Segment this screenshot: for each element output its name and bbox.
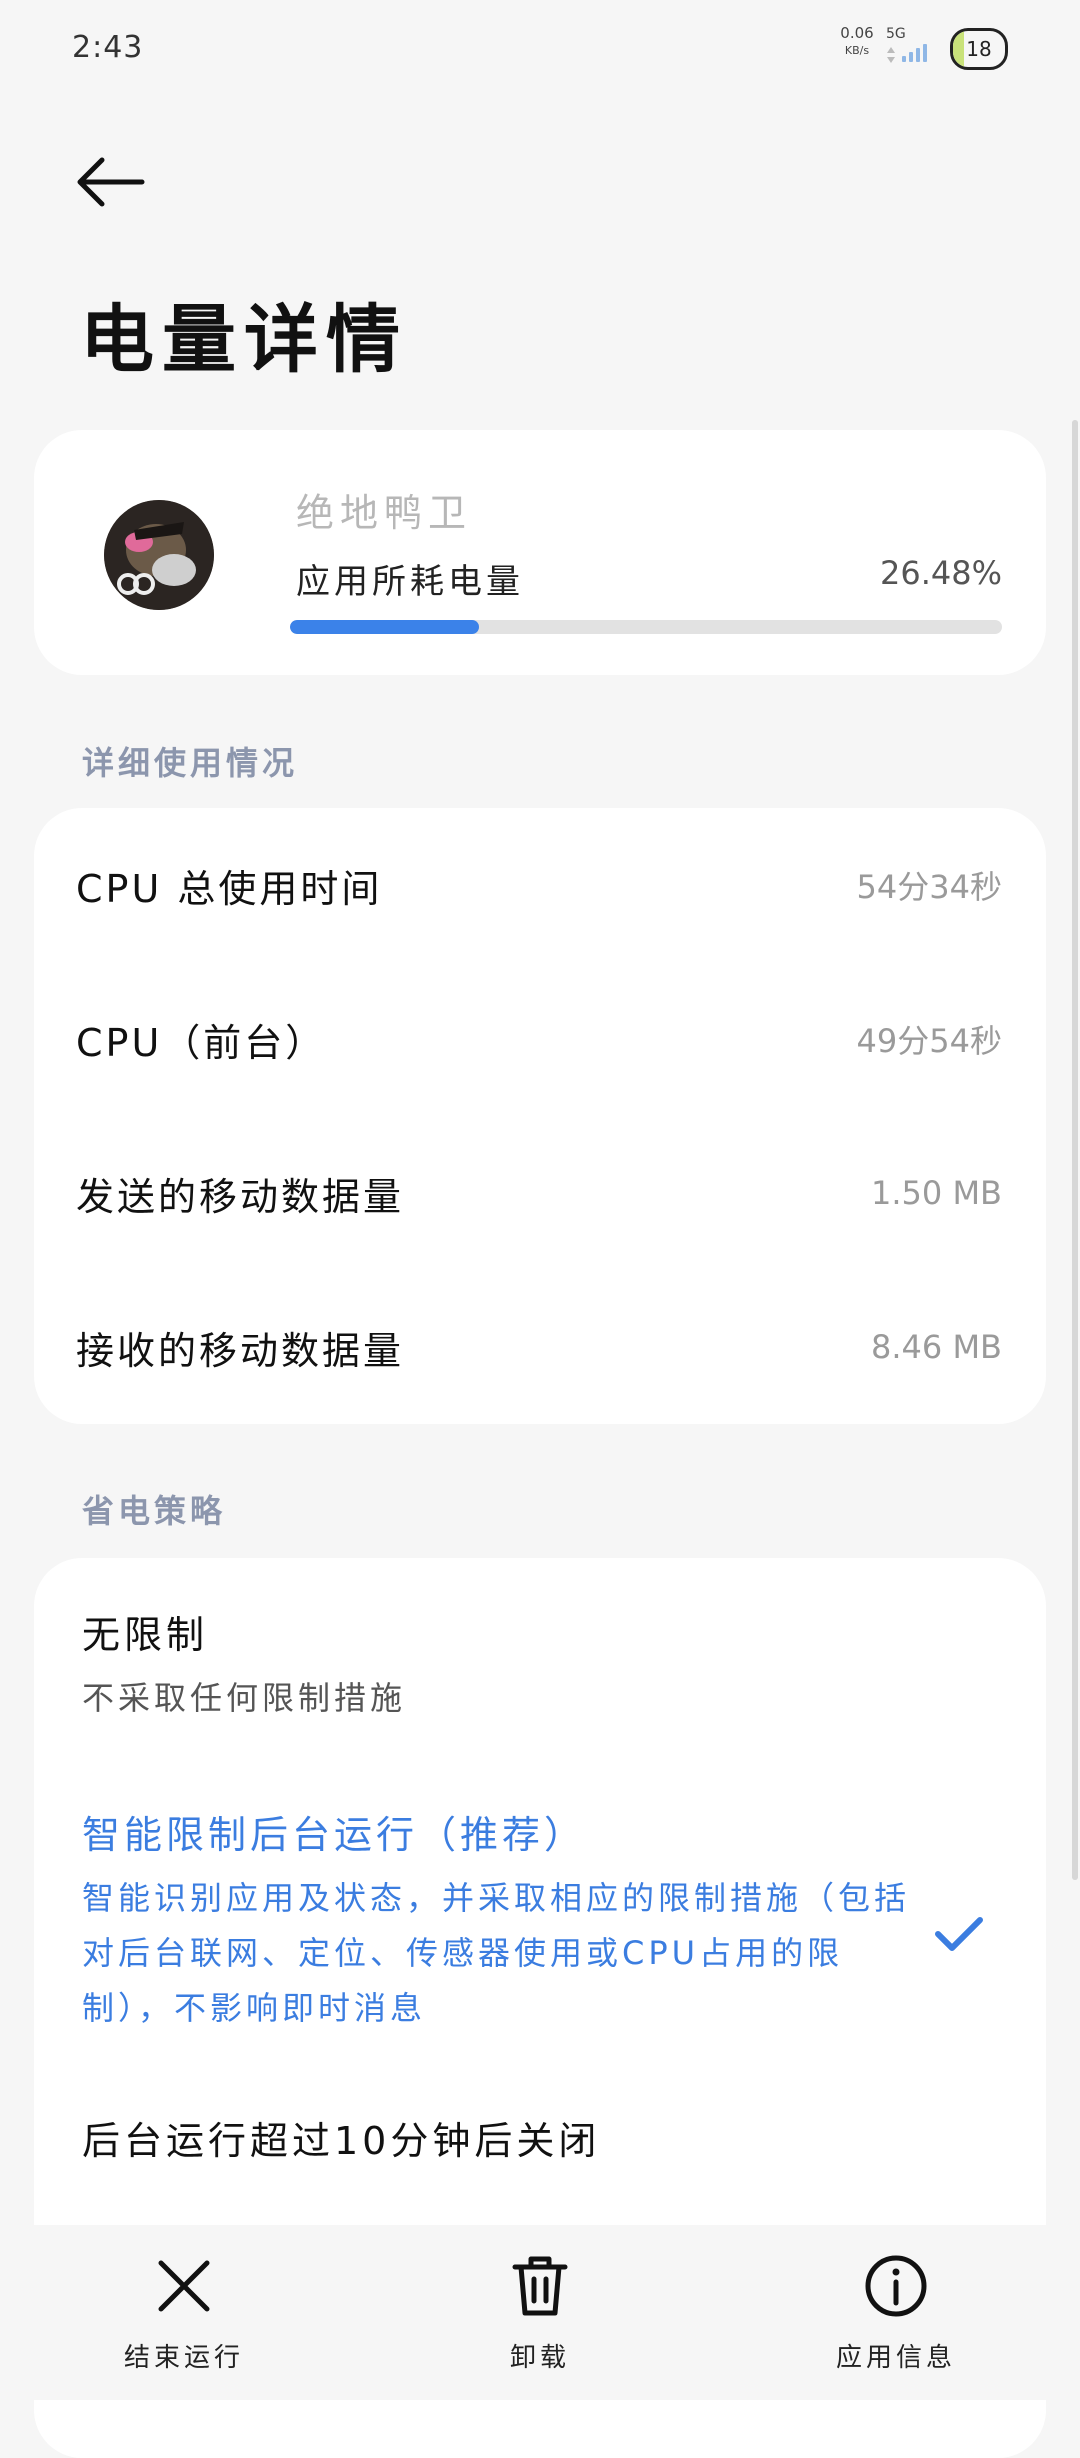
page-title: 电量详情	[80, 297, 408, 383]
option-desc: 不采取任何限制措施	[82, 1679, 407, 1717]
detail-row-data-sent: 发送的移动数据量 1.50 MB	[76, 1116, 1002, 1270]
scrollbar-thumb[interactable]	[1072, 420, 1078, 1880]
detail-row-value: 1.50 MB	[871, 1174, 1002, 1212]
arrow-left-icon	[77, 157, 145, 207]
uninstall-label: 卸载	[509, 2343, 570, 2373]
network-speed-unit: KB/s	[844, 44, 870, 57]
end-task-button[interactable]: 结束运行	[94, 2253, 274, 2374]
section-header-detail: 详细使用情况	[82, 744, 299, 782]
section-header-strategy: 省电策略	[82, 1492, 227, 1530]
usage-progress-bar	[290, 620, 1002, 634]
app-info-label: 应用信息	[835, 2343, 956, 2373]
battery-fill	[953, 31, 965, 67]
option-no-restriction[interactable]: 无限制 不采取任何限制措施	[82, 1604, 1002, 1726]
battery-icon: 18	[950, 28, 1008, 70]
info-icon	[865, 2255, 927, 2317]
network-speed-value: 0.06	[840, 24, 874, 42]
scrollbar[interactable]	[1072, 420, 1078, 1880]
uninstall-button[interactable]: 卸载	[450, 2253, 630, 2374]
status-time: 2:43	[72, 30, 144, 65]
app-usage-card: 绝地鸭卫 应用所耗电量 26.48%	[34, 430, 1046, 675]
option-title: 智能限制后台运行（推荐）	[82, 1813, 587, 1857]
end-task-label: 结束运行	[123, 2343, 244, 2373]
data-activity-icon	[887, 47, 895, 63]
detail-row-value: 8.46 MB	[871, 1328, 1002, 1366]
close-icon	[158, 2260, 210, 2312]
app-name: 绝地鸭卫	[296, 491, 473, 535]
option-desc: 智能识别应用及状态，并采取相应的限制措施（包括对后台联网、定位、传感器使用或CP…	[82, 1879, 911, 2027]
detail-row-value: 49分54秒	[856, 1022, 1002, 1060]
detail-row-data-received: 接收的移动数据量 8.46 MB	[76, 1270, 1002, 1424]
detail-row-label: 发送的移动数据量	[76, 1174, 405, 1219]
option-title: 后台运行超过10分钟后关闭	[82, 2119, 601, 2163]
network-type: 5G	[886, 26, 906, 42]
detail-row-cpu-foreground: CPU（前台） 49分54秒	[76, 962, 1002, 1116]
detail-row-cpu-total: CPU 总使用时间 54分34秒	[76, 808, 1002, 962]
detail-row-value: 54分34秒	[856, 868, 1002, 906]
checkmark-icon	[935, 1917, 983, 1951]
battery-level: 18	[966, 37, 992, 61]
app-icon	[104, 500, 214, 610]
app-info-button[interactable]: 应用信息	[806, 2253, 986, 2374]
option-smart-restrict[interactable]: 智能限制后台运行（推荐） 智能识别应用及状态，并采取相应的限制措施（包括对后台联…	[82, 1804, 1002, 2036]
trash-icon	[512, 2256, 568, 2316]
status-bar: 2:43 0.06 KB/s 5G 18	[0, 0, 1080, 100]
detail-usage-card: CPU 总使用时间 54分34秒 CPU（前台） 49分54秒 发送的移动数据量…	[34, 808, 1046, 1424]
option-close-after-10min[interactable]: 后台运行超过10分钟后关闭	[82, 2110, 1002, 2165]
detail-row-label: 接收的移动数据量	[76, 1328, 405, 1373]
option-title: 无限制	[82, 1613, 209, 1657]
usage-progress-fill	[290, 620, 479, 634]
network-speed: 0.06 KB/s	[838, 24, 876, 57]
back-button[interactable]	[68, 140, 152, 224]
bottom-toolbar: 结束运行 卸载 应用信息	[0, 2225, 1080, 2400]
cellular-signal-icon: 5G	[884, 26, 934, 66]
usage-label: 应用所耗电量	[296, 562, 524, 602]
detail-row-label: CPU 总使用时间	[76, 866, 383, 911]
usage-value: 26.48%	[879, 554, 1002, 592]
signal-bars	[902, 44, 927, 62]
detail-row-label: CPU（前台）	[76, 1020, 327, 1065]
